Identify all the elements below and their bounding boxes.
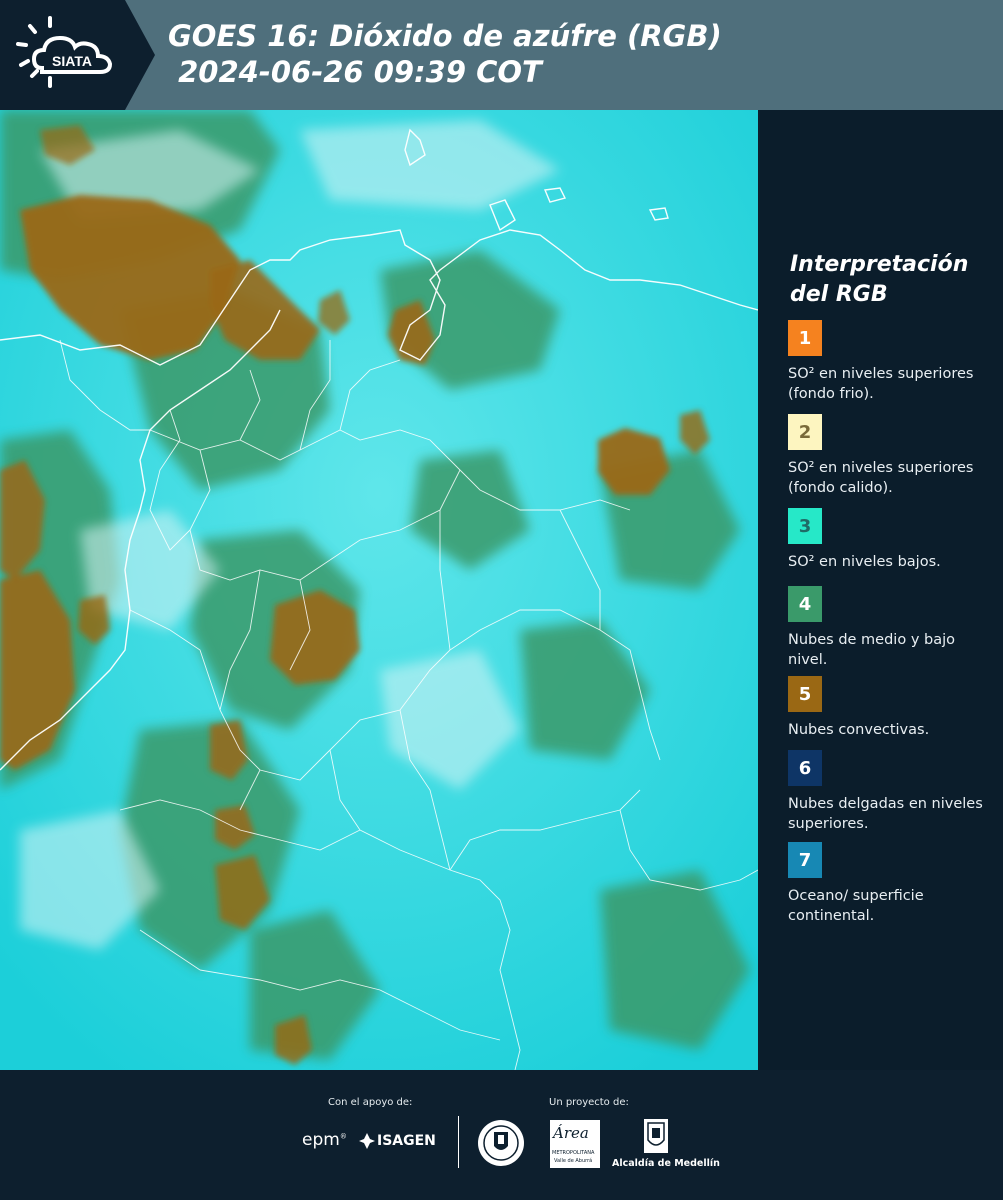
legend-title: Interpretación del RGB — [790, 252, 969, 307]
legend-item-text: SO² en niveles superiores (fondo frio). — [788, 366, 974, 402]
area-metropolitana-logo: Área METROPOLITANA Valle de Aburrá — [550, 1120, 600, 1168]
legend-panel: Interpretación del RGB 1 SO² en niveles … — [760, 110, 1003, 1070]
legend-item-6: 6 Nubes delgadas en niveles superiores. — [788, 750, 993, 834]
legend-swatch-green: 4 — [788, 586, 822, 622]
siata-logo: SIATA — [0, 0, 155, 110]
legend-swatch-cream: 2 — [788, 414, 822, 450]
sun-cloud-icon: SIATA — [16, 16, 113, 88]
project-label: Un proyecto de: — [549, 1097, 629, 1108]
isagen-logo: ISAGEN — [377, 1133, 436, 1149]
legend-swatch-blue: 7 — [788, 842, 822, 878]
footer-sponsors: Con el apoyo de: Un proyecto de: epm® IS… — [0, 1070, 1003, 1200]
legend-item-text: Nubes delgadas en niveles superiores. — [788, 796, 983, 832]
epm-logo: epm® — [302, 1130, 347, 1150]
legend-swatch-navy: 6 — [788, 750, 822, 786]
satellite-map — [0, 110, 758, 1070]
alcaldia-label: Alcaldía de Medellín — [612, 1158, 720, 1169]
legend-item-5: 5 Nubes convectivas. — [788, 676, 993, 740]
legend-swatch-brown: 5 — [788, 676, 822, 712]
legend-swatch-turquoise: 3 — [788, 508, 822, 544]
legend-item-text: Nubes de medio y bajo nivel. — [788, 632, 955, 668]
rgb-composite-image — [0, 110, 758, 1070]
isagen-icon — [359, 1133, 375, 1149]
legend-item-2: 2 SO² en niveles superiores (fondo calid… — [788, 414, 993, 498]
legend-item-text: Oceano/ superficie continental. — [788, 888, 924, 924]
footer-divider — [458, 1116, 459, 1168]
legend-item-7: 7 Oceano/ superficie continental. — [788, 842, 993, 926]
legend-item-text: SO² en niveles bajos. — [788, 554, 941, 570]
legend-swatch-orange: 1 — [788, 320, 822, 356]
legend-item-text: SO² en niveles superiores (fondo calido)… — [788, 460, 974, 496]
page-title: GOES 16: Dióxido de azúfre (RGB) 2024-06… — [168, 19, 722, 89]
medellin-seal-icon — [478, 1120, 524, 1166]
legend-item-4: 4 Nubes de medio y bajo nivel. — [788, 586, 993, 670]
alcaldia-shield-icon — [644, 1119, 668, 1153]
siata-wordmark: SIATA — [52, 53, 92, 69]
legend-item-3: 3 SO² en niveles bajos. — [788, 508, 993, 572]
legend-item-1: 1 SO² en niveles superiores (fondo frio)… — [788, 320, 993, 404]
support-label: Con el apoyo de: — [328, 1097, 413, 1108]
legend-item-text: Nubes convectivas. — [788, 722, 930, 738]
header-bar: SIATA GOES 16: Dióxido de azúfre (RGB) 2… — [0, 0, 1003, 110]
